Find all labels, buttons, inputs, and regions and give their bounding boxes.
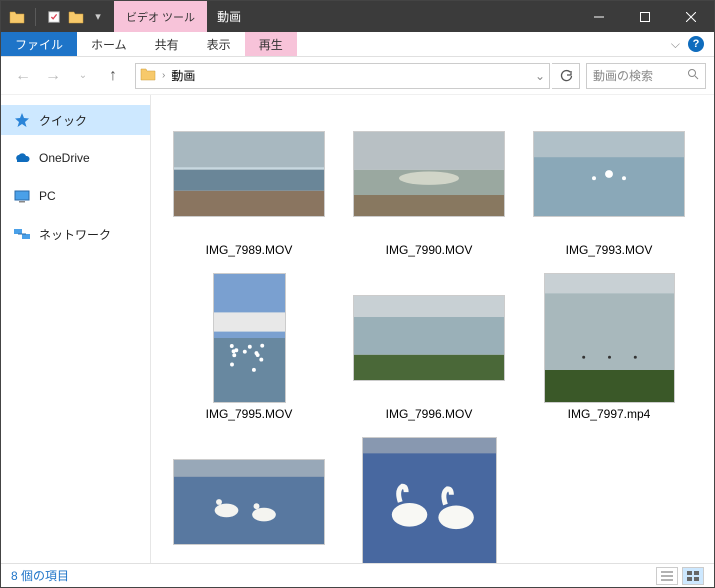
statusbar: 8 個の項目 bbox=[1, 563, 714, 587]
file-item[interactable]: IMG_8015.MOV bbox=[159, 437, 339, 563]
forward-button[interactable]: → bbox=[39, 62, 67, 90]
tab-view[interactable]: 表示 bbox=[193, 32, 245, 56]
thumbnail bbox=[529, 273, 689, 403]
help-icon[interactable]: ? bbox=[688, 36, 704, 52]
sidebar-item-1[interactable]: OneDrive bbox=[1, 143, 150, 173]
thumbnail bbox=[169, 437, 329, 563]
sidebar-item-3[interactable]: ネットワーク bbox=[1, 219, 150, 249]
qat-newfolder-icon[interactable] bbox=[68, 9, 84, 25]
search-icon bbox=[687, 68, 699, 83]
sidebar-item-0[interactable]: クイック bbox=[1, 105, 150, 135]
back-button[interactable]: ← bbox=[9, 62, 37, 90]
file-item[interactable]: IMG_7993.MOV bbox=[519, 109, 699, 257]
ribbon-expand-icon[interactable]: ⌵ bbox=[671, 37, 680, 52]
address-bar[interactable]: › 動画 ⌄ bbox=[135, 63, 550, 89]
up-button[interactable]: ↑ bbox=[99, 62, 127, 90]
thumbnail bbox=[349, 273, 509, 403]
file-name: IMG_7996.MOV bbox=[386, 407, 473, 421]
thumbnail bbox=[169, 109, 329, 239]
thumbnail bbox=[529, 109, 689, 239]
sidebar-icon bbox=[13, 187, 31, 205]
sidebar-icon bbox=[13, 111, 31, 129]
tab-share[interactable]: 共有 bbox=[141, 32, 193, 56]
close-button[interactable] bbox=[668, 1, 714, 32]
details-view-button[interactable] bbox=[656, 567, 678, 585]
qat-caret-icon[interactable]: ▾ bbox=[90, 9, 106, 25]
sidebar-item-2[interactable]: PC bbox=[1, 181, 150, 211]
tab-home[interactable]: ホーム bbox=[77, 32, 141, 56]
file-name: IMG_7997.mp4 bbox=[568, 407, 651, 421]
file-list[interactable]: IMG_7989.MOV IMG_7990.MOV IMG_7993.MOV IMG_… bbox=[151, 95, 714, 563]
file-item[interactable]: IMG_7997.mp4 bbox=[519, 273, 699, 421]
item-count: 8 個の項目 bbox=[11, 567, 69, 584]
folder-icon bbox=[9, 9, 25, 25]
folder-icon bbox=[140, 67, 156, 84]
sidebar-item-label: PC bbox=[39, 189, 56, 203]
search-placeholder: 動画の検索 bbox=[593, 67, 653, 84]
file-item[interactable]: IMG_7995.MOV bbox=[159, 273, 339, 421]
qat-properties-icon[interactable] bbox=[46, 9, 62, 25]
thumbnail bbox=[169, 273, 329, 403]
address-dropdown-icon[interactable]: ⌄ bbox=[535, 69, 545, 83]
file-item[interactable]: IMG_7996.MOV bbox=[339, 273, 519, 421]
file-name: IMG_7993.MOV bbox=[566, 243, 653, 257]
file-name: IMG_7989.MOV bbox=[206, 243, 293, 257]
sidebar-icon bbox=[13, 149, 31, 167]
chevron-right-icon: › bbox=[162, 70, 165, 81]
tab-play[interactable]: 再生 bbox=[245, 32, 297, 56]
thumbnail bbox=[349, 109, 509, 239]
thumbnail bbox=[349, 437, 509, 563]
window-title: 動画 bbox=[207, 1, 576, 32]
sidebar-icon bbox=[13, 225, 31, 243]
minimize-button[interactable] bbox=[576, 1, 622, 32]
file-item[interactable]: IMG_7990.MOV bbox=[339, 109, 519, 257]
file-item[interactable]: IMG_7989.MOV bbox=[159, 109, 339, 257]
nav-toolbar: ← → ⌄ ↑ › 動画 ⌄ 動画の検索 bbox=[1, 57, 714, 95]
file-item[interactable]: IMG_8017.mp4 bbox=[339, 437, 519, 563]
refresh-button[interactable] bbox=[552, 63, 580, 89]
sidebar: クイック OneDrive PC ネットワーク bbox=[1, 95, 151, 563]
ribbon: ファイル ホーム 共有 表示 再生 ⌵ ? bbox=[1, 32, 714, 57]
file-name: IMG_7990.MOV bbox=[386, 243, 473, 257]
contextual-tab: ビデオ ツール bbox=[114, 1, 207, 32]
tab-file[interactable]: ファイル bbox=[1, 32, 77, 56]
search-input[interactable]: 動画の検索 bbox=[586, 63, 706, 89]
sidebar-item-label: ネットワーク bbox=[39, 226, 111, 243]
sidebar-item-label: クイック bbox=[39, 112, 87, 129]
thumbnails-view-button[interactable] bbox=[682, 567, 704, 585]
sidebar-item-label: OneDrive bbox=[39, 151, 90, 165]
titlebar: ▾ ビデオ ツール 動画 bbox=[1, 1, 714, 32]
address-folder[interactable]: 動画 bbox=[171, 67, 195, 84]
recent-dropdown[interactable]: ⌄ bbox=[69, 62, 97, 90]
maximize-button[interactable] bbox=[622, 1, 668, 32]
file-name: IMG_7995.MOV bbox=[206, 407, 293, 421]
